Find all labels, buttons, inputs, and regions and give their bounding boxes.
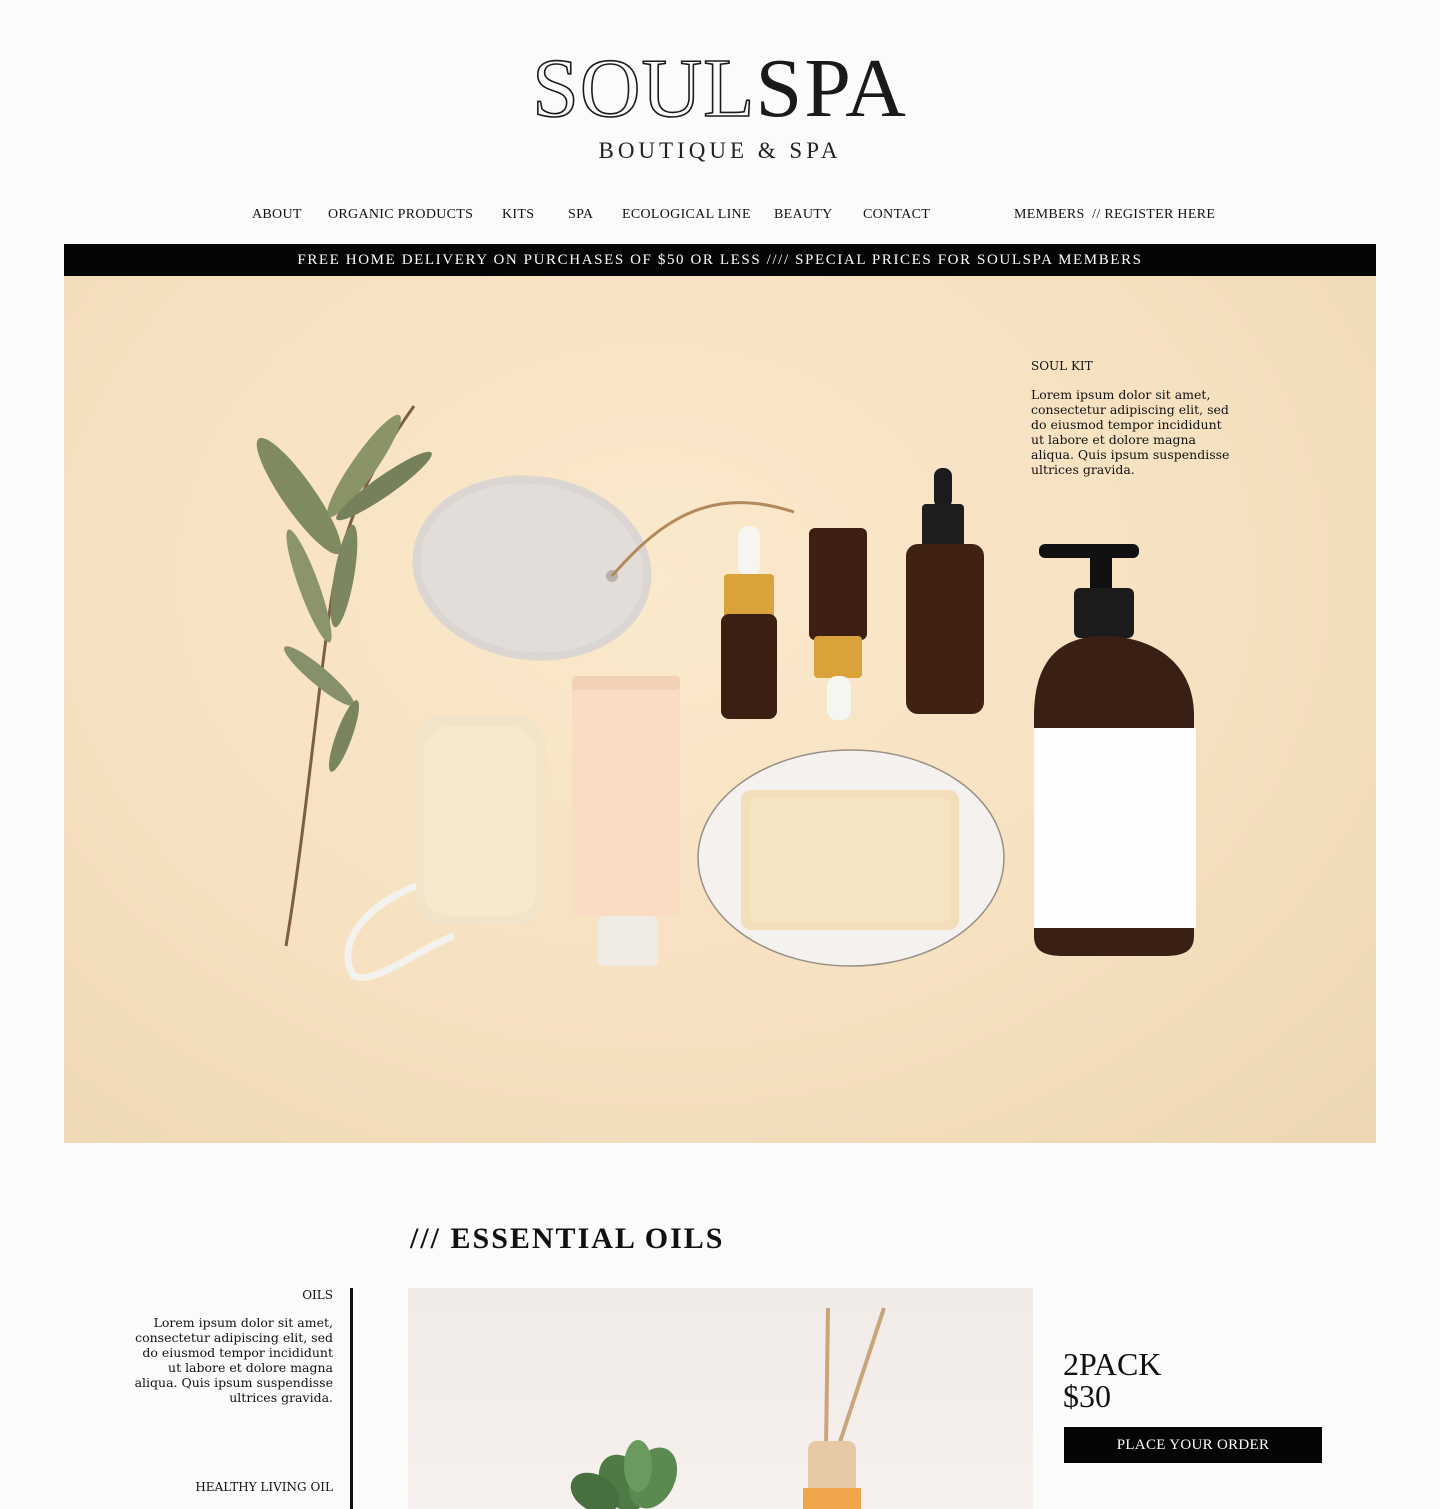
product-price: $30: [1063, 1378, 1111, 1414]
diffuser-photo: [570, 1307, 886, 1509]
nav-item-members-register[interactable]: MEMBERS // REGISTER HERE: [1014, 207, 1215, 223]
eucalyptus-branch: [256, 405, 432, 947]
tagline: BOUTIQUE & SPA: [598, 138, 842, 163]
dropper-bottle-1: [721, 526, 777, 719]
nav-item-beauty[interactable]: BEAUTY: [774, 207, 833, 223]
dropper-bottle-2: [809, 528, 867, 720]
cream-tube: [572, 676, 680, 966]
soap-dish: [697, 749, 1005, 967]
nav-item-spa[interactable]: SPA: [568, 207, 593, 223]
hero-title: SOUL KIT: [1031, 359, 1093, 373]
vertical-divider: [350, 1288, 353, 1509]
oils-sidebar: OILS Lorem ipsum dolor sit amet, consect…: [130, 1288, 333, 1405]
pump-bottle: [1034, 544, 1196, 956]
hero-description: Lorem ipsum dolor sit amet, consectetur …: [1031, 387, 1230, 477]
hero: SOUL KIT Lorem ipsum dolor sit amet, con…: [64, 276, 1376, 1143]
place-order-button[interactable]: PLACE YOUR ORDER: [1064, 1427, 1322, 1463]
nav-item-contact[interactable]: CONTACT: [863, 207, 930, 223]
healthy-living-oil-link[interactable]: HEALTHY LIVING OIL: [130, 1480, 333, 1494]
logo-soul: SOUL: [531, 42, 756, 135]
section-heading: /// ESSENTIAL OILS: [410, 1222, 725, 1255]
nav-item-ecological-line[interactable]: ECOLOGICAL LINE: [622, 207, 751, 223]
logo[interactable]: SOULSPA: [0, 42, 1440, 135]
promo-banner: FREE HOME DELIVERY ON PURCHASES OF $50 O…: [64, 244, 1376, 276]
succulent: [570, 1440, 678, 1509]
product-name: 2PACK: [1063, 1346, 1162, 1382]
essential-oil-product-image: [408, 1288, 1033, 1509]
dropper-bottle-3: [906, 468, 984, 714]
loofah: [344, 716, 546, 982]
nav-item-organic-products[interactable]: ORGANIC PRODUCTS: [328, 207, 473, 223]
nav-item-kits[interactable]: KITS: [502, 207, 534, 223]
logo-spa: SPA: [755, 42, 908, 135]
oils-sidebar-text: Lorem ipsum dolor sit amet, consectetur …: [134, 1315, 333, 1405]
oils-sidebar-title[interactable]: OILS: [130, 1288, 333, 1302]
nav-item-about[interactable]: ABOUT: [252, 207, 302, 223]
